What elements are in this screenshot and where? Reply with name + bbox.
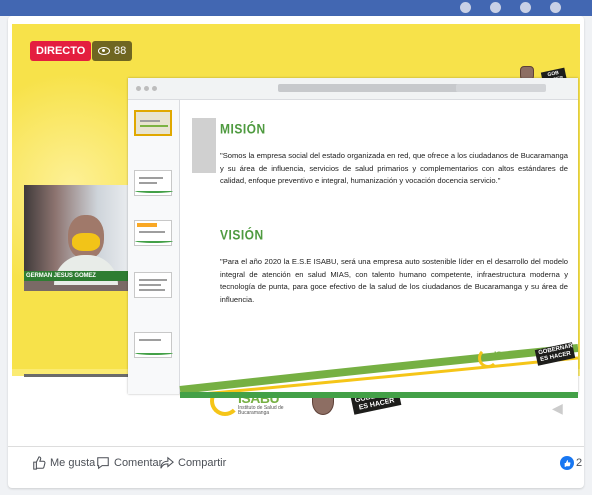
facebook-top-bar (0, 0, 592, 16)
top-bar-icon[interactable] (520, 2, 531, 13)
live-video-player[interactable]: DIRECTO 88 GOBHACER ISABU Instituto de S… (12, 24, 580, 436)
comment-label: Comentar (114, 457, 163, 469)
thumbs-up-icon (33, 456, 46, 470)
presenter-name-bar: GERMAN JESUS GOMEZ (24, 271, 129, 281)
presenter-webcam: GERMAN JESUS GOMEZ (24, 185, 129, 291)
isabu-wordmark: ISABU (494, 350, 520, 360)
like-button[interactable]: Me gusta (32, 456, 95, 470)
mision-heading: MISIÓN (220, 120, 266, 138)
mision-text: "Somos la empresa social del estado orga… (220, 151, 568, 186)
window-control-icon (152, 86, 157, 91)
presenter-mask (72, 233, 100, 251)
reaction-count: 2 (576, 457, 583, 469)
eye-icon (98, 47, 110, 55)
volume-icon[interactable]: ◀ (552, 400, 566, 416)
window-control-icon (144, 86, 149, 91)
isabu-subtitle: Instituto de Salud de Bucaramanga (238, 405, 284, 416)
decorative-line (24, 374, 134, 378)
post-action-bar: Me gusta Comentar Compartir 2 (8, 446, 584, 478)
comment-icon (97, 457, 109, 470)
scroll-overlay (192, 118, 216, 173)
shared-screen: MISIÓN "Somos la empresa social del esta… (128, 78, 578, 398)
share-button[interactable]: Compartir (160, 456, 226, 470)
top-bar-icon[interactable] (460, 2, 471, 13)
viewer-count: 88 (114, 45, 127, 57)
vision-text: "Para el año 2020 la E.S.E ISABU, será u… (220, 257, 568, 304)
slide-thumbnail[interactable] (134, 272, 172, 298)
vision-heading: VISIÓN (220, 226, 264, 244)
window-control-icon (136, 86, 141, 91)
top-bar-icon[interactable] (550, 2, 561, 13)
reaction-summary[interactable]: 2 (560, 456, 582, 470)
window-toolbar-placeholder (456, 84, 546, 92)
like-label: Me gusta (50, 457, 96, 469)
shared-window-titlebar (128, 78, 578, 100)
slide-thumbnail[interactable] (134, 170, 173, 196)
top-bar-icon[interactable] (490, 2, 501, 13)
viewer-count-badge: 88 (92, 41, 133, 61)
comment-button[interactable]: Comentar (96, 456, 162, 470)
live-badge: DIRECTO (30, 41, 92, 61)
like-reaction-icon (560, 456, 574, 470)
slide-thumbnail[interactable] (134, 110, 172, 136)
slide-isabu-logo: ISABU (478, 346, 538, 376)
share-label: Compartir (178, 457, 227, 469)
share-arrow-icon (160, 456, 174, 469)
slide-thumbnail[interactable] (134, 220, 173, 246)
